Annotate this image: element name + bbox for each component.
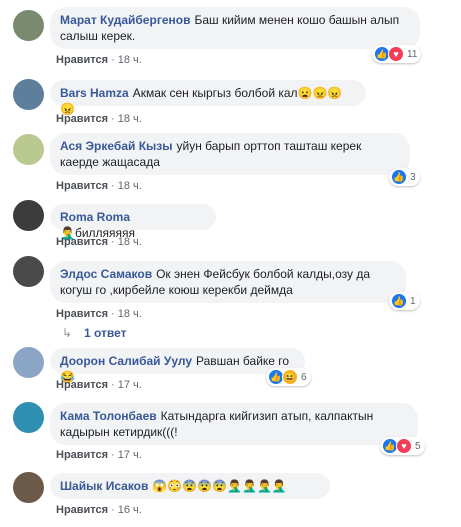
comment-actions: Нравится · 18 ч. bbox=[56, 54, 142, 66]
reaction-count: 5 bbox=[415, 440, 421, 452]
like-icon: 👍 bbox=[391, 293, 407, 309]
comment-author[interactable]: Элдос Самаков bbox=[60, 267, 152, 281]
comment-author[interactable]: Bars Hamza bbox=[60, 86, 129, 100]
avatar[interactable] bbox=[13, 200, 44, 231]
avatar[interactable] bbox=[13, 10, 44, 41]
love-icon: ♥ bbox=[396, 438, 412, 454]
comment-time[interactable]: 17 ч. bbox=[118, 379, 142, 391]
reaction-count: 6 bbox=[301, 371, 307, 383]
comment-author[interactable]: Доорон Салибай Уулу bbox=[60, 354, 192, 368]
like-link[interactable]: Нравится bbox=[56, 54, 108, 66]
comment-bubble: Ася Эркебай Кызы уйун барып орттоп ташташ… bbox=[50, 133, 410, 175]
comment-actions: Нравится · 18 ч. bbox=[56, 180, 142, 192]
reaction-count: 1 bbox=[410, 295, 416, 307]
reactions-summary[interactable]: 👍 😆 6 bbox=[266, 368, 311, 386]
like-link[interactable]: Нравится bbox=[56, 236, 108, 248]
comment-bubble: Марат Кудайбергенов Баш кийим менен кошо … bbox=[50, 7, 420, 49]
avatar[interactable] bbox=[13, 347, 44, 378]
reactions-summary[interactable]: 👍 ♥ 11 bbox=[372, 45, 422, 63]
comment-bubble: Элдос Самаков Ок энен Фейсбук болбой калд… bbox=[50, 261, 406, 303]
like-link[interactable]: Нравится bbox=[56, 504, 108, 516]
comment-bubble: Bars Hamza Акмак сен кыргыз болбой кал😦😠😠… bbox=[50, 80, 366, 116]
avatar[interactable] bbox=[13, 256, 44, 287]
like-icon: 👍 bbox=[391, 169, 407, 185]
reaction-count: 3 bbox=[410, 171, 416, 183]
view-replies-link[interactable]: 1 ответ bbox=[84, 326, 127, 340]
comment-actions: Нравится · 18 ч. bbox=[56, 113, 142, 125]
comment-bubble: Кама Толонбаев Катындарга кийгизип атып, … bbox=[50, 403, 418, 445]
comment-bubble: Доорон Салибай Уулу Равшан байке го😂 bbox=[50, 348, 305, 384]
comment-author[interactable]: Ася Эркебай Кызы bbox=[60, 139, 173, 153]
like-link[interactable]: Нравится bbox=[56, 379, 108, 391]
haha-icon: 😆 bbox=[282, 369, 298, 385]
comment-author[interactable]: Кама Толонбаев bbox=[60, 409, 157, 423]
comment-text: 😱😳😨😨😨🤦‍♂️🤦‍♂️🤦‍♂️🤦‍♂️ bbox=[152, 479, 287, 493]
avatar[interactable] bbox=[13, 134, 44, 165]
like-link[interactable]: Нравится bbox=[56, 449, 108, 461]
like-link[interactable]: Нравится bbox=[56, 180, 108, 192]
comment-time[interactable]: 18 ч. bbox=[118, 308, 142, 320]
comment-time[interactable]: 18 ч. bbox=[118, 113, 142, 125]
comment-actions: Нравится · 17 ч. bbox=[56, 449, 142, 461]
comment-time[interactable]: 18 ч. bbox=[118, 180, 142, 192]
reactions-summary[interactable]: 👍 3 bbox=[389, 168, 420, 186]
like-link[interactable]: Нравится bbox=[56, 308, 108, 320]
avatar[interactable] bbox=[13, 402, 44, 433]
reactions-summary[interactable]: 👍 ♥ 5 bbox=[380, 437, 425, 455]
comment-time[interactable]: 18 ч. bbox=[118, 236, 142, 248]
reply-arrow-icon: ↳ bbox=[62, 326, 73, 340]
comment-time[interactable]: 17 ч. bbox=[118, 449, 142, 461]
avatar[interactable] bbox=[13, 79, 44, 110]
comment-bubble: Roma Roma🤦‍♂️билляяяяя bbox=[50, 204, 216, 240]
comment-author[interactable]: Roma Roma bbox=[60, 210, 130, 224]
comment-actions: Нравится · 18 ч. bbox=[56, 236, 142, 248]
like-link[interactable]: Нравится bbox=[56, 113, 108, 125]
comment-time[interactable]: 18 ч. bbox=[118, 54, 142, 66]
comment-actions: Нравится · 16 ч. bbox=[56, 504, 142, 516]
comment-time[interactable]: 16 ч. bbox=[118, 504, 142, 516]
comment-actions: Нравится · 17 ч. bbox=[56, 379, 142, 391]
love-icon: ♥ bbox=[388, 46, 404, 62]
avatar[interactable] bbox=[13, 472, 44, 503]
reaction-count: 11 bbox=[407, 48, 418, 60]
comment-author[interactable]: Марат Кудайбергенов bbox=[60, 13, 190, 27]
comment-bubble: Шайык Исаков 😱😳😨😨😨🤦‍♂️🤦‍♂️🤦‍♂️🤦‍♂️ bbox=[50, 473, 330, 499]
comment-author[interactable]: Шайык Исаков bbox=[60, 479, 148, 493]
comment-actions: Нравится · 18 ч. bbox=[56, 308, 142, 320]
reactions-summary[interactable]: 👍 1 bbox=[389, 292, 420, 310]
